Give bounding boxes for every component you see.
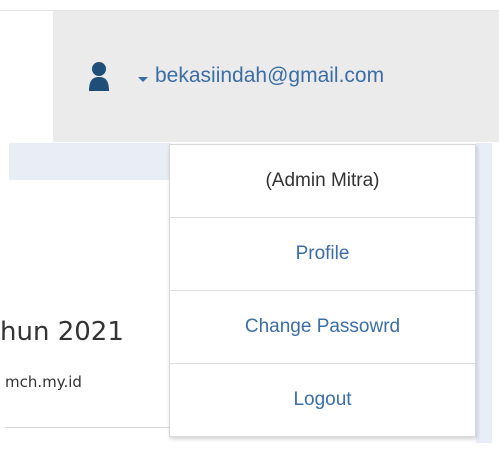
user-dropdown-menu: (Admin Mitra) Profile Change Passowrd Lo… (169, 144, 476, 437)
content-divider (5, 427, 175, 428)
menu-item-profile[interactable]: Profile (170, 217, 475, 290)
dropdown-role-label: (Admin Mitra) (265, 170, 380, 191)
menu-item-change-password[interactable]: Change Passowrd (170, 290, 475, 363)
user-email[interactable]: bekasiindah@gmail.com (155, 60, 384, 92)
caret-down-icon[interactable] (138, 77, 148, 82)
content-header-band (9, 143, 171, 180)
content-side-band (476, 143, 492, 443)
page-heading: hun 2021 (0, 317, 124, 347)
user-icon (89, 62, 109, 91)
page-subtext: mch.my.id (5, 373, 82, 391)
menu-item-logout[interactable]: Logout (170, 363, 475, 436)
